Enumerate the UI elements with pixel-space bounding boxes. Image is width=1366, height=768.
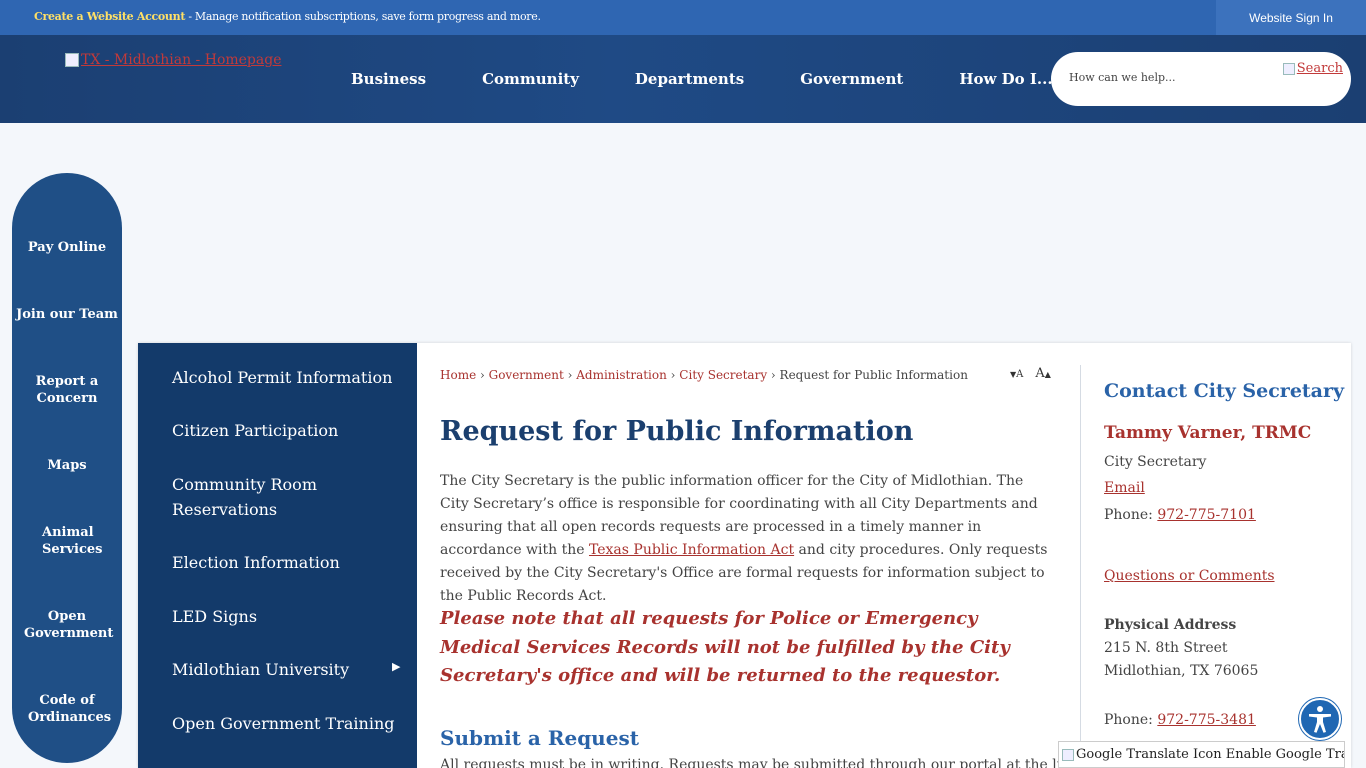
questions-line: Questions or Comments: [1104, 568, 1275, 584]
decrease-text-label: A: [1016, 369, 1024, 380]
website-sign-in-button[interactable]: Website Sign In: [1216, 0, 1366, 35]
submit-request-heading: Submit a Request: [440, 726, 639, 750]
search-input[interactable]: How can we help...: [1069, 71, 1176, 84]
subnav-citizen-participation[interactable]: Citizen Participation: [172, 418, 338, 443]
logo-alt-text: TX - Midlothian - Homepage: [81, 52, 282, 68]
quick-link-code-of-ordinances[interactable]: Code of Ordinances: [12, 692, 122, 726]
address-line-1: 215 N. 8th Street: [1104, 640, 1228, 656]
caret-up-icon: ▲: [1044, 370, 1051, 379]
search-button-label: Search: [1296, 61, 1343, 76]
breadcrumb-home[interactable]: Home: [440, 368, 476, 382]
broken-image-icon: [65, 53, 79, 67]
main-nav: Business Community Departments Governmen…: [323, 35, 1081, 123]
quick-link-open-government[interactable]: Open Government: [12, 608, 122, 642]
subnav-led-signs[interactable]: LED Signs: [172, 604, 257, 629]
text-size-controls: ▼A A▲: [1010, 366, 1051, 381]
google-translate-label: Google Translate Icon Enable Google Tran…: [1076, 747, 1344, 762]
google-translate-icon: [1062, 748, 1074, 761]
address-line-2: Midlothian, TX 76065: [1104, 663, 1259, 679]
breadcrumb-current: Request for Public Information: [779, 368, 968, 382]
quick-link-join-our-team[interactable]: Join our Team: [12, 306, 122, 323]
google-translate-button[interactable]: Google Translate Icon Enable Google Tran…: [1058, 741, 1345, 768]
phone2-label: Phone:: [1104, 712, 1158, 728]
breadcrumb-separator: ›: [563, 368, 577, 382]
increase-text-size-button[interactable]: A▲: [1035, 366, 1051, 381]
search-icon: [1282, 62, 1295, 75]
quick-link-report-a-concern[interactable]: Report a Concern: [12, 373, 122, 407]
breadcrumb-separator: ›: [666, 368, 680, 382]
account-message: Create a Website Account - Manage notifi…: [34, 10, 541, 23]
subnav-midlothian-university[interactable]: Midlothian University: [172, 657, 349, 682]
breadcrumb-administration[interactable]: Administration: [576, 368, 667, 382]
police-records-notice: Please note that all requests for Police…: [440, 608, 1010, 686]
texas-public-information-act-link[interactable]: Texas Public Information Act: [589, 542, 794, 558]
nav-departments[interactable]: Departments: [607, 70, 772, 88]
nav-government[interactable]: Government: [772, 70, 931, 88]
create-account-link[interactable]: Create a Website Account: [34, 10, 185, 23]
breadcrumb-separator: ›: [767, 368, 780, 382]
accessibility-icon[interactable]: [1299, 698, 1341, 740]
quick-links-bar: Pay Online Join our Team Report a Concer…: [12, 173, 122, 763]
quick-link-pay-online[interactable]: Pay Online: [12, 239, 122, 256]
breadcrumb: Home › Government › Administration › Cit…: [440, 368, 968, 382]
phone-label: Phone:: [1104, 507, 1158, 523]
decrease-text-size-button[interactable]: ▼A: [1010, 366, 1023, 381]
physical-address-label: Physical Address: [1104, 617, 1237, 633]
contact-name: Tammy Varner, TRMC: [1104, 423, 1312, 443]
search-button[interactable]: Search: [1282, 61, 1343, 76]
nav-community[interactable]: Community: [454, 70, 607, 88]
subnav-alcohol-permit[interactable]: Alcohol Permit Information: [172, 365, 392, 390]
breadcrumb-government[interactable]: Government: [489, 368, 564, 382]
contact-phone-link[interactable]: 972-775-7101: [1157, 507, 1256, 523]
subnav-open-government-training[interactable]: Open Government Training: [172, 711, 395, 736]
quick-link-maps[interactable]: Maps: [12, 457, 122, 474]
contact-heading: Contact City Secretary: [1104, 380, 1345, 402]
contact-phone2-link[interactable]: 972-775-3481: [1157, 712, 1256, 728]
contact-phone2-line: Phone: 972-775-3481: [1104, 712, 1256, 728]
breadcrumb-separator: ›: [476, 368, 489, 382]
site-header: TX - Midlothian - Homepage Business Comm…: [0, 35, 1366, 123]
contact-email-line: Email: [1104, 480, 1145, 496]
account-message-text: - Manage notification subscriptions, sav…: [185, 10, 541, 23]
column-divider: [1080, 365, 1081, 768]
submenu-arrow-icon[interactable]: ▶: [392, 660, 400, 673]
intro-paragraph: The City Secretary is the public informa…: [440, 470, 1055, 608]
contact-email-link[interactable]: Email: [1104, 480, 1145, 496]
breadcrumb-city-secretary[interactable]: City Secretary: [679, 368, 767, 382]
top-notification-bar: Create a Website Account - Manage notifi…: [0, 0, 1366, 35]
section-subnav: Alcohol Permit Information Citizen Parti…: [138, 343, 417, 768]
nav-business[interactable]: Business: [323, 70, 454, 88]
submit-request-text: All requests must be in writing. Request…: [440, 757, 1130, 768]
page-title: Request for Public Information: [440, 416, 914, 447]
subnav-election-information[interactable]: Election Information: [172, 550, 340, 575]
search-box: How can we help... Search: [1051, 52, 1351, 106]
questions-comments-link[interactable]: Questions or Comments: [1104, 568, 1275, 584]
contact-phone-line: Phone: 972-775-7101: [1104, 507, 1256, 523]
homepage-logo-link[interactable]: TX - Midlothian - Homepage: [65, 52, 281, 68]
quick-link-animal-services[interactable]: Animal Services: [12, 524, 122, 558]
increase-text-label: A: [1035, 366, 1045, 381]
contact-role: City Secretary: [1104, 454, 1207, 470]
subnav-community-room[interactable]: Community Room Reservations: [172, 472, 352, 522]
